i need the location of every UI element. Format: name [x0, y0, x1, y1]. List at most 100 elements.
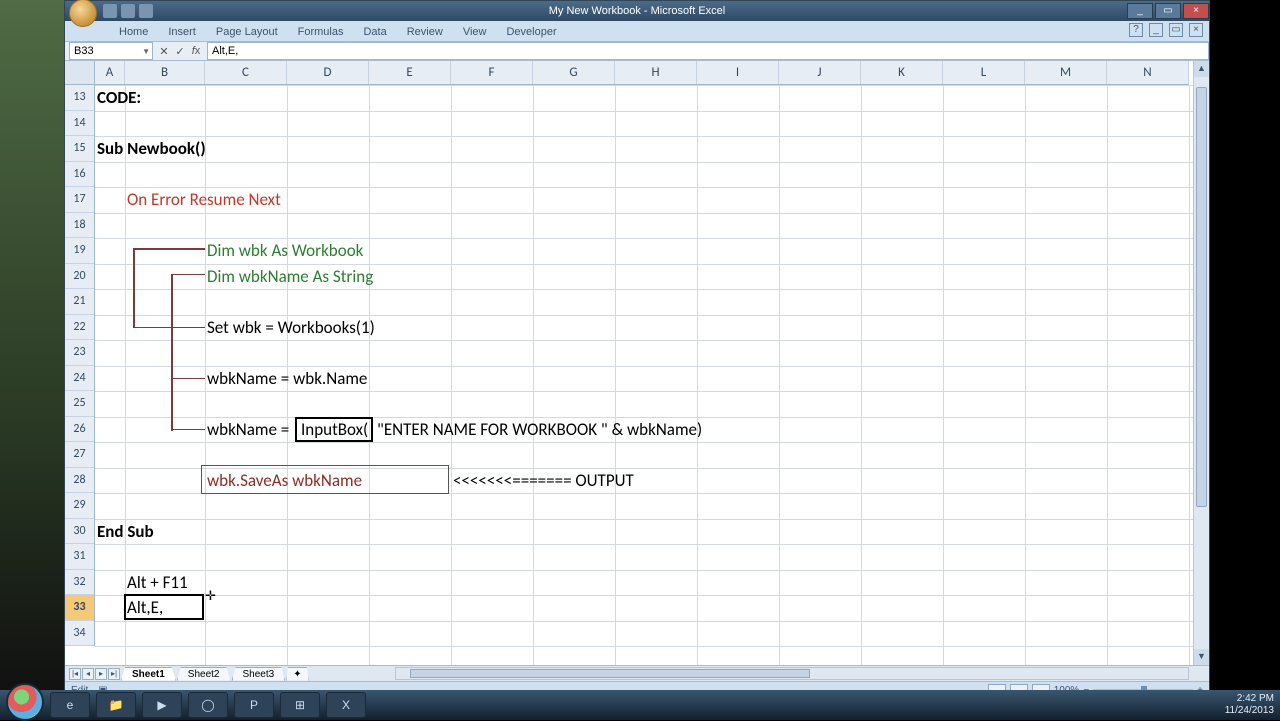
column-header-L[interactable]: L	[943, 61, 1025, 84]
taskbar-ie-icon[interactable]: e	[50, 692, 90, 718]
tab-view[interactable]: View	[453, 23, 497, 41]
cell-A30[interactable]: End Sub	[95, 521, 154, 542]
tab-home[interactable]: Home	[109, 23, 158, 41]
column-header-F[interactable]: F	[451, 61, 533, 84]
system-tray[interactable]: 2:42 PM 11/24/2013	[1225, 693, 1274, 717]
column-header-I[interactable]: I	[697, 61, 779, 84]
spreadsheet-grid[interactable]: ABCDEFGHIJKLMN 1314151617181920212223242…	[65, 61, 1209, 665]
qat-redo-icon[interactable]	[139, 4, 153, 18]
minimize-ribbon-icon[interactable]: _	[1149, 23, 1163, 37]
column-header-E[interactable]: E	[369, 61, 451, 84]
cell-C22[interactable]: Set wbk = Workbooks(1)	[205, 317, 375, 338]
row-header-29[interactable]: 29	[65, 493, 94, 519]
close-button[interactable]: ×	[1183, 3, 1209, 19]
quick-access-toolbar[interactable]	[103, 4, 153, 18]
qat-save-icon[interactable]	[103, 4, 117, 18]
row-header-25[interactable]: 25	[65, 391, 94, 417]
row-header-21[interactable]: 21	[65, 289, 94, 315]
cell-A13[interactable]: CODE:	[95, 87, 141, 108]
cell-C26[interactable]: "ENTER NAME FOR WORKBOOK " & wbkName)	[375, 419, 702, 440]
row-header-34[interactable]: 34	[65, 621, 94, 647]
cell-C26[interactable]: wbkName =	[205, 419, 289, 440]
fx-icon[interactable]: fx	[189, 45, 203, 58]
name-box[interactable]: B33▼	[69, 42, 153, 60]
taskbar-chrome-icon[interactable]: ◯	[188, 692, 228, 718]
sheet-tab-3[interactable]: Sheet3	[232, 667, 286, 681]
column-header-C[interactable]: C	[205, 61, 287, 84]
sheet-tabs-bar: |◂ ◂ ▸ ▸| Sheet1 Sheet2 Sheet3 ✦	[65, 665, 1209, 681]
taskbar-media-icon[interactable]: ▶	[142, 692, 182, 718]
sheet-tab-1[interactable]: Sheet1	[121, 667, 176, 681]
taskbar-powerpoint-icon[interactable]: P	[234, 692, 274, 718]
column-header-M[interactable]: M	[1025, 61, 1107, 84]
tab-developer[interactable]: Developer	[496, 23, 566, 41]
tab-page-layout[interactable]: Page Layout	[206, 23, 288, 41]
select-all-corner[interactable]	[65, 61, 95, 84]
column-header-D[interactable]: D	[287, 61, 369, 84]
cell-B32[interactable]: Alt + F11	[125, 572, 188, 593]
row-header-15[interactable]: 15	[65, 136, 94, 162]
sheet-tab-2[interactable]: Sheet2	[177, 667, 231, 681]
row-header-22[interactable]: 22	[65, 315, 94, 341]
qat-undo-icon[interactable]	[121, 4, 135, 18]
row-header-13[interactable]: 13	[65, 85, 94, 111]
cell-C20[interactable]: Dim wbkName As String	[205, 266, 373, 287]
hscroll-thumb[interactable]	[410, 669, 810, 678]
maximize-button[interactable]: ▭	[1155, 3, 1181, 19]
restore-workbook-icon[interactable]: ▭	[1169, 23, 1183, 37]
scroll-up-icon[interactable]: ▲	[1194, 61, 1209, 77]
taskbar-explorer-icon[interactable]: 📁	[96, 692, 136, 718]
row-header-27[interactable]: 27	[65, 442, 94, 468]
row-header-16[interactable]: 16	[65, 162, 94, 188]
row-header-26[interactable]: 26	[65, 417, 94, 443]
start-button[interactable]	[6, 683, 44, 721]
tab-review[interactable]: Review	[397, 23, 453, 41]
row-header-31[interactable]: 31	[65, 544, 94, 570]
tab-formulas[interactable]: Formulas	[288, 23, 354, 41]
row-header-24[interactable]: 24	[65, 366, 94, 392]
new-sheet-icon[interactable]: ✦	[286, 667, 308, 681]
tab-data[interactable]: Data	[353, 23, 396, 41]
formula-input[interactable]: Alt,E,	[207, 42, 1209, 60]
cell-B17[interactable]: On Error Resume Next	[125, 189, 281, 210]
column-header-B[interactable]: B	[125, 61, 205, 84]
cell-C24[interactable]: wbkName = wbk.Name	[205, 368, 367, 389]
office-button[interactable]	[69, 0, 97, 27]
column-header-G[interactable]: G	[533, 61, 615, 84]
enter-icon[interactable]: ✓	[173, 45, 187, 58]
cell-A15[interactable]: Sub Newbook()	[95, 138, 206, 159]
row-header-17[interactable]: 17	[65, 187, 94, 213]
column-header-H[interactable]: H	[615, 61, 697, 84]
row-header-20[interactable]: 20	[65, 264, 94, 290]
cell-F28[interactable]: <<<<<<<======= OUTPUT	[451, 470, 634, 491]
row-header-33[interactable]: 33	[65, 595, 94, 621]
minimize-button[interactable]: _	[1127, 3, 1153, 19]
sheet-nav-last-icon[interactable]: ▸|	[108, 668, 120, 680]
taskbar-app-icon[interactable]: ⊞	[280, 692, 320, 718]
taskbar-excel-icon[interactable]: X	[326, 692, 366, 718]
cell-C19[interactable]: Dim wbk As Workbook	[205, 240, 363, 261]
row-header-28[interactable]: 28	[65, 468, 94, 494]
sheet-nav-prev-icon[interactable]: ◂	[82, 668, 94, 680]
row-header-14[interactable]: 14	[65, 111, 94, 137]
column-header-J[interactable]: J	[779, 61, 861, 84]
row-header-18[interactable]: 18	[65, 213, 94, 239]
scroll-thumb[interactable]	[1196, 87, 1207, 507]
vertical-scrollbar[interactable]: ▲ ▼	[1193, 61, 1209, 665]
sheet-nav-first-icon[interactable]: |◂	[69, 668, 81, 680]
close-workbook-icon[interactable]: ×	[1189, 23, 1203, 37]
column-header-N[interactable]: N	[1107, 61, 1189, 84]
help-icon[interactable]: ?	[1129, 23, 1143, 37]
cancel-icon[interactable]: ✕	[157, 45, 171, 58]
sheet-nav-next-icon[interactable]: ▸	[95, 668, 107, 680]
row-header-19[interactable]: 19	[65, 238, 94, 264]
cell-B33[interactable]: Alt,E,	[125, 597, 163, 618]
column-header-A[interactable]: A	[95, 61, 125, 84]
column-header-K[interactable]: K	[861, 61, 943, 84]
horizontal-scrollbar[interactable]	[395, 667, 1189, 680]
row-header-32[interactable]: 32	[65, 570, 94, 596]
scroll-down-icon[interactable]: ▼	[1194, 649, 1209, 665]
row-header-23[interactable]: 23	[65, 340, 94, 366]
row-header-30[interactable]: 30	[65, 519, 94, 545]
tab-insert[interactable]: Insert	[158, 23, 206, 41]
